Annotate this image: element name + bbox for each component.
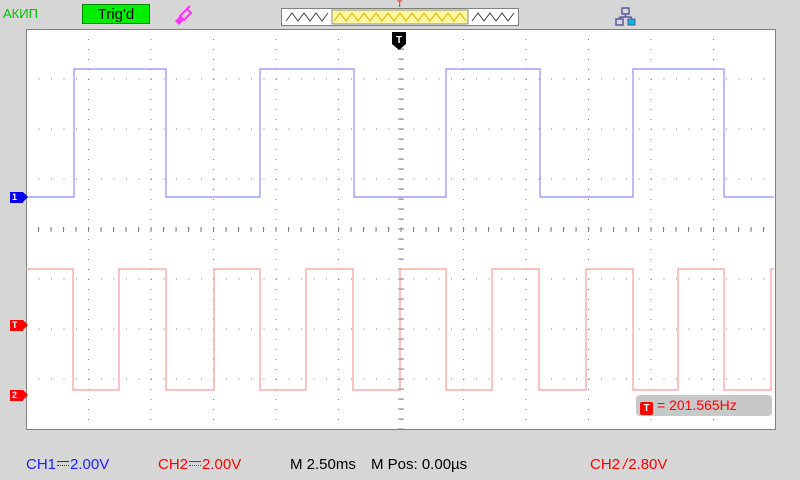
trigger-frequency-icon: T [640, 402, 653, 415]
ch2-scale: 2.00V [202, 456, 242, 473]
ch2-label: CH2 [158, 456, 189, 473]
waveform-grid: T [26, 29, 776, 430]
trigger-level: 2.80V [628, 456, 668, 473]
frequency-value: = 201.565Hz [657, 397, 737, 413]
trigger-status-badge: Trig'd [82, 4, 150, 24]
mpos-readout[interactable]: M Pos: 0.00µs [371, 456, 467, 473]
ch1-scale: 2.00V [70, 456, 110, 473]
top-bar: АКИП Trig'd T [0, 0, 800, 30]
trigger-position-marker: T [397, 0, 403, 9]
ch2-waveform [26, 268, 774, 391]
ch1-label: CH1 [26, 456, 57, 473]
status-bar: CH1 2.00V CH2 2.00V M 2.50ms M Pos: 0.00µs… [0, 448, 800, 480]
ch1-waveform [26, 68, 774, 198]
ch1-level-marker[interactable]: 1 [10, 192, 28, 203]
trigger-readout[interactable]: CH2/2.80V [590, 456, 667, 473]
network-icon[interactable] [615, 7, 637, 27]
trigger-pointer-icon: T [392, 32, 406, 50]
frequency-readout: T = 201.565Hz [636, 395, 772, 416]
trigger-level-marker[interactable]: T [10, 320, 28, 331]
brand-label: АКИП [3, 6, 38, 21]
trigger-source: CH2 [590, 456, 621, 473]
ch2-level-marker[interactable]: 2 [10, 390, 28, 401]
ch2-scale-readout[interactable]: CH2 2.00V [158, 456, 241, 473]
ch1-scale-readout[interactable]: CH1 2.00V [26, 456, 109, 473]
probe-icon[interactable] [171, 5, 193, 25]
rising-edge-icon: / [623, 456, 628, 473]
timebase-readout[interactable]: M 2.50ms [290, 456, 356, 473]
memory-bar[interactable] [281, 8, 519, 26]
waveform-display[interactable]: T [26, 29, 776, 430]
trigger-pointer-label: T [396, 35, 402, 46]
dc-coupling-icon [57, 461, 70, 466]
dc-coupling-icon [189, 461, 202, 466]
